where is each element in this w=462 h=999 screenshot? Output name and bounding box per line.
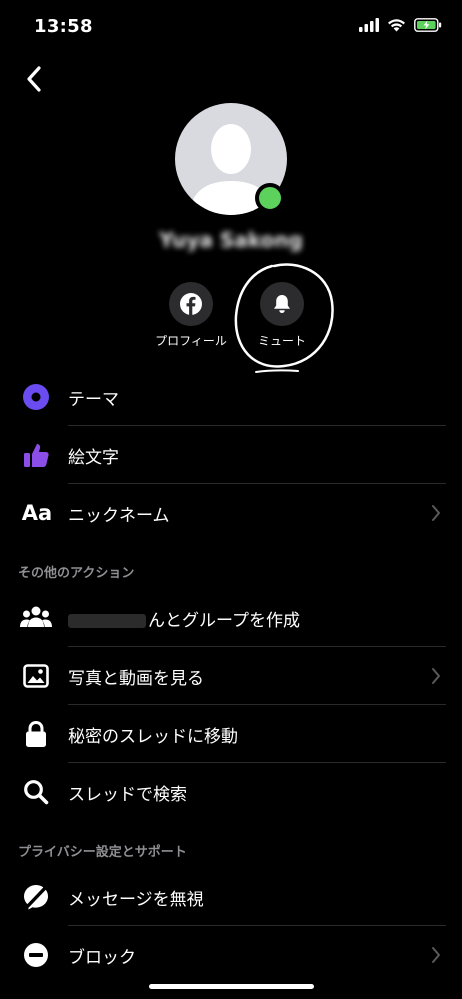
wifi-icon — [388, 19, 405, 32]
status-bar: 13:58 — [0, 0, 462, 54]
lock-icon — [20, 719, 52, 749]
block-label: ブロック — [68, 948, 136, 968]
emoji-label: 絵文字 — [68, 448, 119, 468]
chevron-right-icon — [432, 505, 440, 521]
thumbs-up-icon — [20, 440, 52, 470]
emoji-row[interactable]: 絵文字 — [0, 426, 462, 484]
block-row[interactable]: ブロック — [0, 926, 462, 984]
ignore-messages-row[interactable]: メッセージを無視 — [0, 868, 462, 926]
online-status-dot — [255, 183, 285, 213]
create-group-label: んとグループを作成 — [68, 606, 300, 631]
profile-button[interactable] — [169, 282, 213, 326]
nickname-label: ニックネーム — [68, 506, 170, 526]
back-chevron-icon[interactable] — [18, 62, 52, 96]
other-actions-header: その他のアクション — [18, 566, 135, 581]
profile-name: Yuya Sakong — [159, 228, 303, 252]
signal-icon — [359, 18, 379, 32]
battery-icon — [414, 18, 442, 32]
profile-label: プロフィール — [155, 334, 227, 348]
photos-videos-label: 写真と動画を見る — [68, 669, 204, 689]
image-icon — [20, 661, 52, 691]
create-group-text: んとグループを作成 — [148, 611, 300, 631]
theme-row[interactable]: テーマ — [0, 368, 462, 426]
search-thread-row[interactable]: スレッドで検索 — [0, 763, 462, 821]
theme-label: テーマ — [68, 390, 119, 410]
chevron-right-icon — [432, 947, 440, 963]
home-indicator — [149, 984, 314, 989]
search-thread-label: スレッドで検索 — [68, 785, 187, 805]
secret-thread-label: 秘密のスレッドに移動 — [68, 727, 238, 747]
bell-icon — [274, 295, 290, 313]
theme-icon — [20, 382, 52, 412]
ignore-messages-label: メッセージを無視 — [68, 890, 204, 910]
text-aa-icon: Aa — [21, 501, 53, 525]
chevron-right-icon — [432, 668, 440, 684]
redacted-name — [68, 614, 146, 628]
mute-button[interactable] — [260, 282, 304, 326]
ignore-icon — [20, 882, 52, 912]
search-icon — [20, 777, 52, 807]
facebook-icon — [180, 293, 202, 315]
status-time: 13:58 — [34, 16, 93, 37]
nickname-row[interactable]: Aa ニックネーム — [0, 484, 462, 542]
block-icon — [20, 940, 52, 970]
privacy-support-header: プライバシー設定とサポート — [18, 845, 187, 860]
photos-videos-row[interactable]: 写真と動画を見る — [0, 647, 462, 705]
create-group-row[interactable]: んとグループを作成 — [0, 589, 462, 647]
group-icon — [20, 603, 52, 633]
secret-thread-row[interactable]: 秘密のスレッドに移動 — [0, 705, 462, 763]
status-icons — [359, 18, 442, 32]
mute-label: ミュート — [257, 334, 306, 348]
